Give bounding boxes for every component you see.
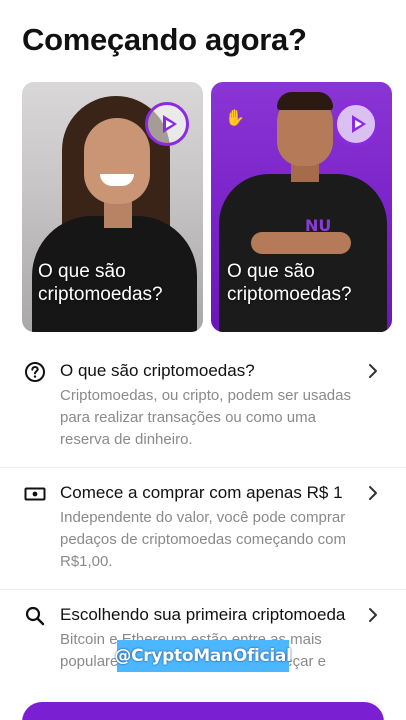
question-circle-icon [25, 362, 45, 382]
list-item-start-buying[interactable]: Comece a comprar com apenas R$ 1 Indepen… [0, 467, 406, 589]
video-card-1[interactable]: O que são criptomoedas? [22, 82, 203, 332]
chevron-right-icon [369, 608, 377, 622]
presenter-hands [251, 232, 351, 254]
item-title: Escolhendo sua primeira criptomoeda [60, 605, 346, 624]
video-carousel: O que são criptomoedas? NU ✋ O que são c… [22, 82, 392, 332]
play-icon[interactable] [334, 102, 378, 146]
info-list: O que são criptomoedas? Criptomoedas, ou… [0, 346, 406, 689]
page-title: Começando agora? [22, 22, 307, 57]
chevron-right-icon [369, 364, 377, 378]
presenter-hair [277, 92, 333, 110]
watermark-label: @CryptoManOficial [114, 640, 292, 672]
banknote-icon [24, 487, 46, 501]
item-title: O que são criptomoedas? [60, 361, 255, 380]
item-title: Comece a comprar com apenas R$ 1 [60, 483, 343, 502]
item-description: Criptomoedas, ou cripto, podem ser usada… [60, 387, 351, 448]
video-card-2[interactable]: NU ✋ O que são criptomoedas? [211, 82, 392, 332]
list-item-first-crypto[interactable]: Escolhendo sua primeira criptomoeda Bitc… [0, 589, 406, 689]
presenter-face [84, 118, 150, 204]
sign-language-icon: ✋ [225, 108, 245, 127]
search-icon [25, 606, 45, 626]
chevron-right-icon [369, 486, 377, 500]
list-item-what-is-crypto[interactable]: O que são criptomoedas? Criptomoedas, ou… [0, 346, 406, 467]
primary-action-button[interactable] [22, 702, 384, 720]
item-description: Independente do valor, você pode comprar… [60, 509, 346, 570]
video-caption: O que são criptomoedas? [38, 261, 163, 305]
video-caption: O que são criptomoedas? [227, 261, 352, 305]
play-icon[interactable] [145, 102, 189, 146]
